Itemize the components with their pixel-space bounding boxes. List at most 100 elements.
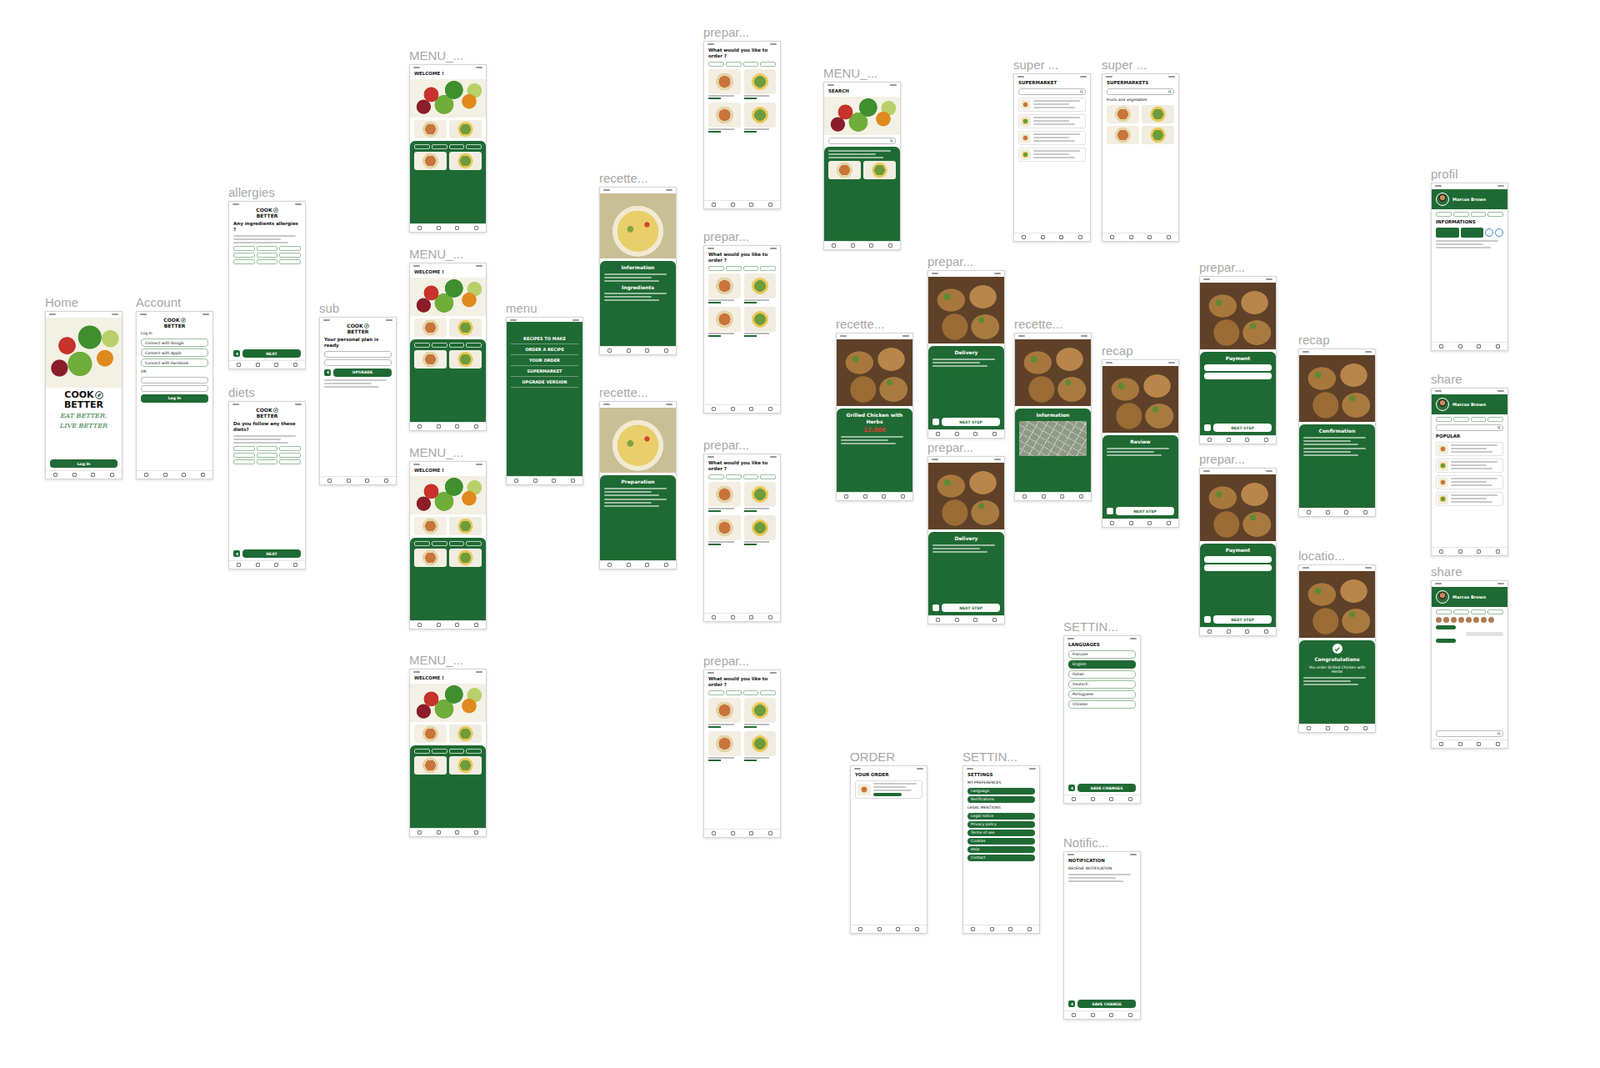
nav-icon[interactable] [749,830,754,835]
nav-icon[interactable] [730,615,735,620]
back-button[interactable] [1204,424,1211,431]
recipe-thumbnail[interactable] [449,350,482,369]
frame-label[interactable]: recette... [835,317,914,330]
nav-icon[interactable] [935,617,940,622]
nav-icon[interactable] [293,562,298,567]
nav-icon[interactable] [436,225,441,230]
phone-screen[interactable]: PaymentNEXT STEP [1199,467,1277,636]
recipe-thumbnail[interactable] [449,120,482,139]
recipe-thumbnail[interactable] [414,548,447,567]
frame-label[interactable]: Account [135,295,214,309]
phone-screen[interactable]: Marcus BrownPOPULAR [1430,387,1509,556]
frame-label[interactable]: recap [1101,344,1180,357]
nav-icon[interactable] [1041,494,1046,499]
nav-icon[interactable] [327,478,332,483]
phone-screen[interactable]: What would you like to order ? [703,245,781,414]
menu-item[interactable]: YOUR ORDER [510,355,579,366]
frame-label[interactable]: recette... [599,385,677,399]
phone-screen[interactable]: Information [1014,332,1092,501]
nav-icon[interactable] [1090,796,1095,801]
order-card[interactable] [855,780,923,799]
nav-icon[interactable] [1325,510,1330,515]
nav-icon[interactable] [626,348,631,353]
nav-icon[interactable] [533,478,538,483]
nav-icon[interactable] [1458,741,1463,746]
frame-label[interactable]: prepar... [1199,452,1277,465]
frame-label[interactable]: prepar... [1199,260,1277,274]
nav-icon[interactable] [1207,629,1212,634]
nav-icon[interactable] [1264,629,1269,634]
dish-card[interactable] [744,481,777,512]
phone-screen[interactable]: ReviewNEXT STEP [1101,359,1180,528]
nav-icon[interactable] [711,406,716,411]
primary-button[interactable]: NEXT [242,349,301,358]
frame-label[interactable]: prepar... [703,438,781,451]
search-field[interactable] [1106,88,1175,95]
nav-icon[interactable] [730,830,735,835]
option[interactable]: Français [1068,650,1136,659]
nav-icon[interactable] [346,478,351,483]
phone-screen[interactable]: COOKBETTERDo you follow any these diets?… [228,400,306,570]
frame-label[interactable]: prepar... [927,255,1005,268]
product-row[interactable] [1435,475,1504,490]
nav-icon[interactable] [1022,494,1027,499]
recipe-thumbnail[interactable] [414,350,447,369]
nav-icon[interactable] [749,615,754,620]
nav-icon[interactable] [1110,520,1115,525]
phone-screen[interactable]: COOKBETTERLog InConnect with GoogleConne… [135,310,214,480]
nav-icon[interactable] [1245,437,1250,442]
nav-icon[interactable] [1495,549,1500,554]
phone-screen[interactable]: COOKBETTERAny ingredients allergies ?NEX… [228,200,306,370]
recipe-thumbnail[interactable] [1141,105,1175,124]
nav-icon[interactable] [768,830,773,835]
nav-icon[interactable] [1110,235,1115,240]
recipe-thumbnail[interactable] [449,516,482,535]
nav-icon[interactable] [863,494,868,499]
nav-icon[interactable] [1147,235,1152,240]
nav-icon[interactable] [570,478,575,483]
nav-icon[interactable] [1128,1012,1133,1017]
nav-icon[interactable] [1079,494,1084,499]
phone-screen[interactable]: SEARCH [823,81,901,250]
input-field[interactable] [1204,555,1272,563]
nav-icon[interactable] [935,431,940,436]
frame-label[interactable]: profil [1430,167,1509,180]
frame-label[interactable]: sub [319,301,397,315]
recipe-thumbnail[interactable] [828,160,861,180]
nav-icon[interactable] [1027,926,1032,931]
phone-screen[interactable]: RECIPES TO MAKEORDER A RECIPEYOUR ORDERS… [505,316,584,485]
dish-card[interactable] [744,273,777,304]
phone-screen[interactable]: What would you like to order ? [703,669,781,838]
frame-label[interactable]: Home [45,295,123,309]
nav-icon[interactable] [1439,549,1444,554]
frame-label[interactable]: recap [1298,333,1376,346]
phone-screen[interactable]: InformationIngredients [599,186,677,355]
nav-icon[interactable] [1021,235,1026,240]
nav-icon[interactable] [1128,796,1133,801]
frame-label[interactable]: SETTIN... [1063,620,1141,633]
nav-icon[interactable] [1109,1012,1114,1017]
nav-icon[interactable] [973,431,978,436]
nav-icon[interactable] [1363,510,1368,515]
setting-item[interactable]: Privacy policy [967,820,1035,828]
frame-label[interactable]: menu [505,301,584,315]
dish-card[interactable] [744,697,777,728]
recipe-thumbnail[interactable] [863,160,896,180]
setting-item[interactable]: Legal notice [967,812,1035,820]
nav-icon[interactable] [749,406,754,411]
search-field[interactable] [828,137,896,145]
nav-icon[interactable] [365,478,370,483]
nav-icon[interactable] [72,472,77,477]
phone-screen[interactable]: What would you like to order ? [703,40,781,210]
phone-screen[interactable]: SUPERMARKET [1013,73,1091,242]
frame-label[interactable]: MENU_... [409,49,487,62]
frame-label[interactable]: recette... [1014,317,1092,330]
nav-icon[interactable] [1207,437,1212,442]
recipe-thumbnail[interactable] [414,151,447,170]
frame-label[interactable]: SETTIN... [962,750,1040,763]
nav-icon[interactable] [53,472,58,477]
back-button[interactable] [1068,784,1075,791]
nav-icon[interactable] [1245,629,1250,634]
product-row[interactable] [1018,130,1086,145]
nav-icon[interactable] [1495,741,1500,746]
